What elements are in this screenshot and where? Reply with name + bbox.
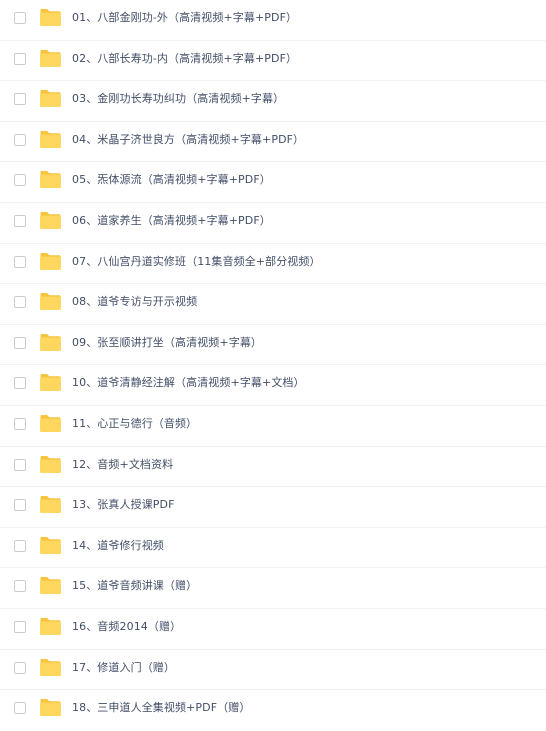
folder-icon[interactable]	[39, 658, 62, 677]
file-name[interactable]: 03、金刚功长寿功纠功（高清视频+字幕）	[72, 91, 284, 106]
list-item[interactable]: 06、道家养生（高清视频+字幕+PDF）	[0, 203, 546, 244]
folder-icon[interactable]	[39, 333, 62, 352]
checkbox[interactable]	[14, 296, 26, 309]
checkbox[interactable]	[14, 620, 26, 633]
list-item[interactable]: 11、心正与德行（音频）	[0, 406, 546, 447]
folder-icon[interactable]	[39, 170, 62, 189]
file-name[interactable]: 08、道爷专访与开示视频	[72, 294, 197, 309]
file-name[interactable]: 15、道爷音频讲课（赠）	[72, 578, 197, 593]
list-item[interactable]: 18、三申道人全集视频+PDF（赠）	[0, 690, 546, 731]
list-item[interactable]: 02、八部长寿功-内（高清视频+字幕+PDF）	[0, 41, 546, 82]
folder-icon[interactable]	[39, 49, 62, 68]
list-item[interactable]: 13、张真人授课PDF	[0, 487, 546, 528]
checkbox[interactable]	[14, 417, 26, 430]
checkbox[interactable]	[14, 702, 26, 715]
folder-icon[interactable]	[39, 252, 62, 271]
file-name[interactable]: 16、音频2014（赠）	[72, 619, 181, 634]
folder-icon[interactable]	[39, 292, 62, 311]
file-list: 01、八部金刚功-外（高清视频+字幕+PDF） 02、八部长寿功-内（高清视频+…	[0, 0, 546, 731]
checkbox[interactable]	[14, 377, 26, 390]
folder-icon[interactable]	[39, 698, 62, 717]
folder-icon[interactable]	[39, 576, 62, 595]
file-name[interactable]: 13、张真人授课PDF	[72, 497, 175, 512]
checkbox[interactable]	[14, 661, 26, 674]
file-name[interactable]: 01、八部金刚功-外（高清视频+字幕+PDF）	[72, 10, 297, 25]
checkbox[interactable]	[14, 580, 26, 593]
file-name[interactable]: 07、八仙宫丹道实修班（11集音频全+部分视频）	[72, 254, 321, 269]
file-name[interactable]: 17、修道入门（赠）	[72, 660, 175, 675]
checkbox[interactable]	[14, 52, 26, 65]
folder-icon[interactable]	[39, 536, 62, 555]
checkbox[interactable]	[14, 12, 26, 24]
list-item[interactable]: 07、八仙宫丹道实修班（11集音频全+部分视频）	[0, 244, 546, 285]
list-item[interactable]: 09、张至顺讲打坐（高清视频+字幕）	[0, 325, 546, 366]
file-name[interactable]: 18、三申道人全集视频+PDF（赠）	[72, 700, 250, 715]
folder-icon[interactable]	[39, 89, 62, 108]
list-item[interactable]: 15、道爷音频讲课（赠）	[0, 568, 546, 609]
list-item[interactable]: 03、金刚功长寿功纠功（高清视频+字幕）	[0, 81, 546, 122]
folder-icon[interactable]	[39, 495, 62, 514]
file-name[interactable]: 05、炁体源流（高清视频+字幕+PDF）	[72, 172, 271, 187]
checkbox[interactable]	[14, 214, 26, 227]
list-item[interactable]: 05、炁体源流（高清视频+字幕+PDF）	[0, 162, 546, 203]
file-name[interactable]: 14、道爷修行视频	[72, 538, 164, 553]
folder-icon[interactable]	[39, 373, 62, 392]
file-name[interactable]: 11、心正与德行（音频）	[72, 416, 197, 431]
folder-icon[interactable]	[39, 455, 62, 474]
file-name[interactable]: 12、音频+文档资料	[72, 457, 173, 472]
folder-icon[interactable]	[39, 211, 62, 230]
list-item[interactable]: 12、音频+文档资料	[0, 447, 546, 488]
checkbox[interactable]	[14, 336, 26, 349]
list-item[interactable]: 14、道爷修行视频	[0, 528, 546, 569]
folder-icon[interactable]	[39, 130, 62, 149]
checkbox[interactable]	[14, 93, 26, 106]
checkbox[interactable]	[14, 458, 26, 471]
list-item[interactable]: 16、音频2014（赠）	[0, 609, 546, 650]
folder-icon[interactable]	[39, 8, 62, 27]
checkbox[interactable]	[14, 539, 26, 552]
list-item[interactable]: 10、道爷清静经注解（高清视频+字幕+文档）	[0, 365, 546, 406]
list-item[interactable]: 08、道爷专访与开示视频	[0, 284, 546, 325]
checkbox[interactable]	[14, 255, 26, 268]
checkbox[interactable]	[14, 133, 26, 146]
file-name[interactable]: 09、张至顺讲打坐（高清视频+字幕）	[72, 335, 262, 350]
list-item[interactable]: 17、修道入门（赠）	[0, 650, 546, 691]
folder-icon[interactable]	[39, 414, 62, 433]
list-item[interactable]: 01、八部金刚功-外（高清视频+字幕+PDF）	[0, 0, 546, 41]
checkbox[interactable]	[14, 499, 26, 512]
file-name[interactable]: 06、道家养生（高清视频+字幕+PDF）	[72, 213, 271, 228]
file-name[interactable]: 04、米晶子济世良方（高清视频+字幕+PDF）	[72, 132, 304, 147]
list-item[interactable]: 04、米晶子济世良方（高清视频+字幕+PDF）	[0, 122, 546, 163]
file-name[interactable]: 02、八部长寿功-内（高清视频+字幕+PDF）	[72, 51, 297, 66]
folder-icon[interactable]	[39, 617, 62, 636]
checkbox[interactable]	[14, 174, 26, 187]
file-name[interactable]: 10、道爷清静经注解（高清视频+字幕+文档）	[72, 375, 305, 390]
